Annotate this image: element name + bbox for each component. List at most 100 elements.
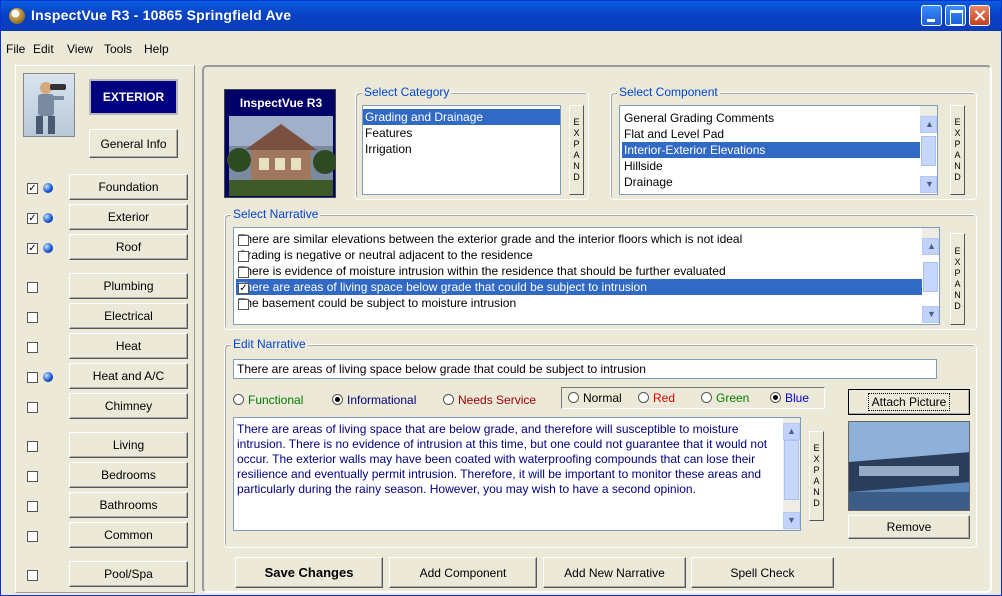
component-list[interactable]: General Grading Comments Flat and Level P…: [619, 105, 938, 195]
maximize-button[interactable]: [945, 5, 966, 26]
scroll-down-icon[interactable]: ▼: [920, 176, 937, 193]
expand-letter: P: [813, 465, 820, 475]
narrative-checkbox[interactable]: [238, 235, 249, 246]
minimize-button[interactable]: [921, 5, 942, 26]
narrative-item[interactable]: The basement could be subject to moistur…: [236, 295, 922, 311]
category-list[interactable]: Grading and Drainage Features Irrigation: [362, 105, 561, 195]
sidebar-item-button[interactable]: Electrical: [69, 303, 188, 329]
radio-circle-icon: [443, 394, 454, 405]
save-changes-button[interactable]: Save Changes: [235, 557, 383, 588]
sidebar-check-4[interactable]: [27, 312, 38, 323]
narrative-checkbox[interactable]: [238, 251, 249, 262]
add-new-narrative-button[interactable]: Add New Narrative: [543, 557, 686, 588]
component-scrollbar[interactable]: ▲ ▼: [920, 106, 937, 193]
sidebar-check-9[interactable]: [27, 471, 38, 482]
sidebar-check-11[interactable]: [27, 531, 38, 542]
sidebar-item-button[interactable]: Exterior: [69, 204, 188, 230]
narrative-type-radio[interactable]: Needs Service: [443, 393, 536, 407]
close-button[interactable]: [969, 5, 990, 26]
sidebar-check-6[interactable]: [27, 372, 38, 383]
body-expand-button[interactable]: EXPAND: [809, 431, 824, 521]
sidebar-check-0[interactable]: ✓: [27, 183, 38, 194]
sidebar-item-button[interactable]: Heat and A/C: [69, 363, 188, 389]
narrative-list[interactable]: There are similar elevations between the…: [233, 227, 940, 325]
category-expand-button[interactable]: EXPAND: [569, 105, 584, 195]
scroll-thumb[interactable]: [784, 440, 799, 500]
radio-label: Normal: [583, 391, 622, 405]
scroll-down-icon[interactable]: ▼: [783, 512, 800, 529]
sidebar-item-button[interactable]: Bedrooms: [69, 462, 188, 488]
sidebar-item-button[interactable]: Bathrooms: [69, 492, 188, 518]
sidebar-check-7[interactable]: [27, 402, 38, 413]
narrative-text: There are similar elevations between the…: [238, 232, 743, 246]
menu-help[interactable]: Help: [144, 42, 169, 56]
status-orb-icon: [43, 372, 53, 382]
component-item[interactable]: General Grading Comments: [622, 110, 920, 126]
text-color-radio[interactable]: Blue: [770, 391, 809, 405]
narrative-expand-button[interactable]: EXPAND: [950, 233, 965, 325]
narrative-checkbox[interactable]: [238, 299, 249, 310]
scroll-up-icon[interactable]: ▲: [920, 116, 937, 133]
narrative-scrollbar[interactable]: ▲ ▼: [922, 228, 939, 323]
narrative-type-radio[interactable]: Informational: [332, 393, 416, 407]
scroll-up-icon[interactable]: ▲: [783, 423, 800, 440]
general-info-button[interactable]: General Info: [89, 129, 178, 158]
narrative-item[interactable]: There is evidence of moisture intrusion …: [236, 263, 922, 279]
sidebar-item-button[interactable]: Pool/Spa: [69, 561, 188, 587]
narrative-body-field[interactable]: There are areas of living space that are…: [233, 417, 801, 531]
category-item[interactable]: Features: [363, 125, 560, 141]
sidebar-item-button[interactable]: Chimney: [69, 393, 188, 419]
narrative-item[interactable]: Grading is negative or neutral adjacent …: [236, 247, 922, 263]
sidebar-check-10[interactable]: [27, 501, 38, 512]
scroll-thumb[interactable]: [921, 136, 936, 166]
sidebar-check-3[interactable]: [27, 282, 38, 293]
body-scrollbar[interactable]: ▲ ▼: [783, 418, 800, 530]
sidebar-item-button[interactable]: Common: [69, 522, 188, 548]
narrative-type-radio[interactable]: Functional: [233, 393, 303, 407]
sidebar-check-5[interactable]: [27, 342, 38, 353]
category-item[interactable]: Grading and Drainage: [363, 109, 560, 125]
category-item[interactable]: Irrigation: [363, 141, 560, 157]
attach-picture-button[interactable]: Attach Picture: [848, 389, 970, 415]
scroll-thumb[interactable]: [923, 262, 938, 292]
sidebar-item-button[interactable]: Heat: [69, 333, 188, 359]
narrative-item[interactable]: There are similar elevations between the…: [236, 231, 922, 247]
sidebar-item-button[interactable]: Living: [69, 432, 188, 458]
sidebar-check-8[interactable]: [27, 441, 38, 452]
sidebar-check-12[interactable]: [27, 570, 38, 581]
narrative-checkbox[interactable]: ✓: [238, 283, 249, 294]
component-item[interactable]: Interior-Exterior Elevations: [622, 142, 920, 158]
title-bar[interactable]: InspectVue R3 - 10865 Springfield Ave: [1, 1, 1001, 31]
radio-circle-icon: [638, 392, 649, 403]
menu-tools[interactable]: Tools: [104, 42, 132, 56]
remove-picture-button[interactable]: Remove: [848, 515, 970, 539]
narrative-item[interactable]: ✓ There are areas of living space below g…: [236, 279, 922, 295]
expand-letter: D: [573, 172, 580, 182]
scroll-down-icon[interactable]: ▼: [922, 306, 939, 323]
menu-view[interactable]: View: [67, 42, 93, 56]
component-expand-button[interactable]: EXPAND: [950, 105, 965, 195]
text-color-radio[interactable]: Red: [638, 391, 675, 405]
component-item[interactable]: Hillside: [622, 158, 920, 174]
spell-check-button[interactable]: Spell Check: [691, 557, 834, 588]
text-color-radio[interactable]: Normal: [568, 391, 622, 405]
status-orb-icon: [43, 243, 53, 253]
menu-file[interactable]: File: [6, 42, 25, 56]
narrative-checkbox[interactable]: [238, 267, 249, 278]
add-component-button[interactable]: Add Component: [389, 557, 537, 588]
component-item[interactable]: Drainage: [622, 174, 920, 190]
sidebar-item-button[interactable]: Foundation: [69, 174, 188, 200]
narrative-summary-field[interactable]: There are areas of living space below gr…: [233, 359, 937, 379]
expand-letter: A: [954, 150, 961, 160]
component-item[interactable]: Flat and Level Pad: [622, 126, 920, 142]
text-color-radio[interactable]: Green: [701, 391, 749, 405]
category-group: Select Category Grading and Drainage Feat…: [355, 85, 589, 200]
menu-edit[interactable]: Edit: [33, 42, 54, 56]
sidebar-item-button[interactable]: Plumbing: [69, 273, 188, 299]
sidebar-item-button[interactable]: Roof: [69, 234, 188, 260]
scroll-up-icon[interactable]: ▲: [922, 238, 939, 255]
main-panel: InspectVue R3 Select Category Grading an…: [202, 65, 992, 593]
sidebar-check-2[interactable]: ✓: [27, 243, 38, 254]
expand-letter: P: [573, 139, 580, 149]
sidebar-check-1[interactable]: ✓: [27, 213, 38, 224]
